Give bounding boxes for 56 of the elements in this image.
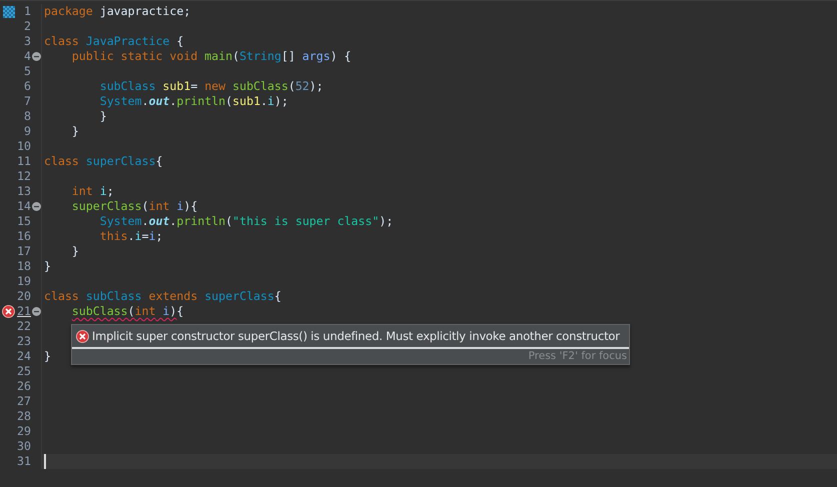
line-number: 19 bbox=[17, 274, 31, 289]
code-line: class superClass{ bbox=[44, 154, 163, 169]
line-number: 2 bbox=[23, 19, 31, 34]
line-number: 11 bbox=[17, 154, 31, 169]
code-line: } bbox=[44, 259, 51, 274]
line-number: 31 bbox=[17, 454, 31, 469]
line-number: 5 bbox=[23, 64, 31, 79]
line-number: 8 bbox=[23, 109, 31, 124]
line-number: 6 bbox=[23, 79, 31, 94]
code-line: } bbox=[70, 124, 79, 139]
line-number: 23 bbox=[17, 334, 31, 349]
error-icon bbox=[76, 330, 89, 342]
code-line: package javapractice; bbox=[44, 4, 191, 19]
code-line: class JavaPractice { bbox=[44, 34, 184, 49]
code-line: subClass sub1= new subClass(52); bbox=[98, 79, 324, 94]
line-number: 10 bbox=[17, 139, 31, 154]
code-line: class subClass extends superClass{ bbox=[44, 289, 282, 304]
line-number: 13 bbox=[17, 184, 31, 199]
line-number: 18 bbox=[17, 259, 31, 274]
error-icon bbox=[2, 305, 15, 318]
code-line: int i; bbox=[70, 184, 114, 199]
code-line: public static void main(String[] args) { bbox=[70, 49, 352, 64]
code-line: this.i=i; bbox=[98, 229, 163, 244]
code-line: System.out.println("this is super class"); bbox=[98, 214, 394, 229]
collapse-icon[interactable] bbox=[32, 307, 40, 316]
line-number: 9 bbox=[23, 124, 31, 139]
code-line: superClass(int i){ bbox=[70, 199, 198, 214]
text-cursor bbox=[44, 454, 46, 469]
line-number: 24 bbox=[17, 349, 31, 364]
line-number: 7 bbox=[23, 94, 31, 109]
line-number: 3 bbox=[23, 34, 31, 49]
line-number: 27 bbox=[17, 394, 31, 409]
focus-hint: Press 'F2' for focus bbox=[527, 349, 628, 364]
collapse-icon[interactable] bbox=[32, 52, 40, 61]
line-number: 29 bbox=[17, 424, 31, 439]
code-line: subClass(int i){ bbox=[70, 304, 184, 319]
collapse-icon[interactable] bbox=[32, 202, 40, 211]
line-number: 28 bbox=[17, 409, 31, 424]
line-number: 14 bbox=[17, 199, 31, 214]
line-number: 22 bbox=[17, 319, 31, 334]
code-line: } bbox=[98, 109, 107, 124]
line-number: 15 bbox=[17, 214, 31, 229]
line-number: 17 bbox=[17, 244, 31, 259]
error-message: Implicit super constructor superClass() is undefined. Must explicitly invoke another constructor bbox=[92, 329, 620, 343]
line-number: 25 bbox=[17, 364, 31, 379]
line-number: 1 bbox=[23, 4, 31, 19]
line-number: 4 bbox=[23, 49, 31, 64]
line-number: 12 bbox=[17, 169, 31, 184]
line-number: 16 bbox=[17, 229, 31, 244]
code-line: System.out.println(sub1.i); bbox=[98, 94, 288, 109]
line-number: 20 bbox=[17, 289, 31, 304]
line-number: 30 bbox=[17, 439, 31, 454]
code-line: } bbox=[70, 244, 79, 259]
code-line: } bbox=[44, 349, 51, 364]
line-number: 26 bbox=[17, 379, 31, 394]
line-number: 21 bbox=[17, 304, 31, 319]
